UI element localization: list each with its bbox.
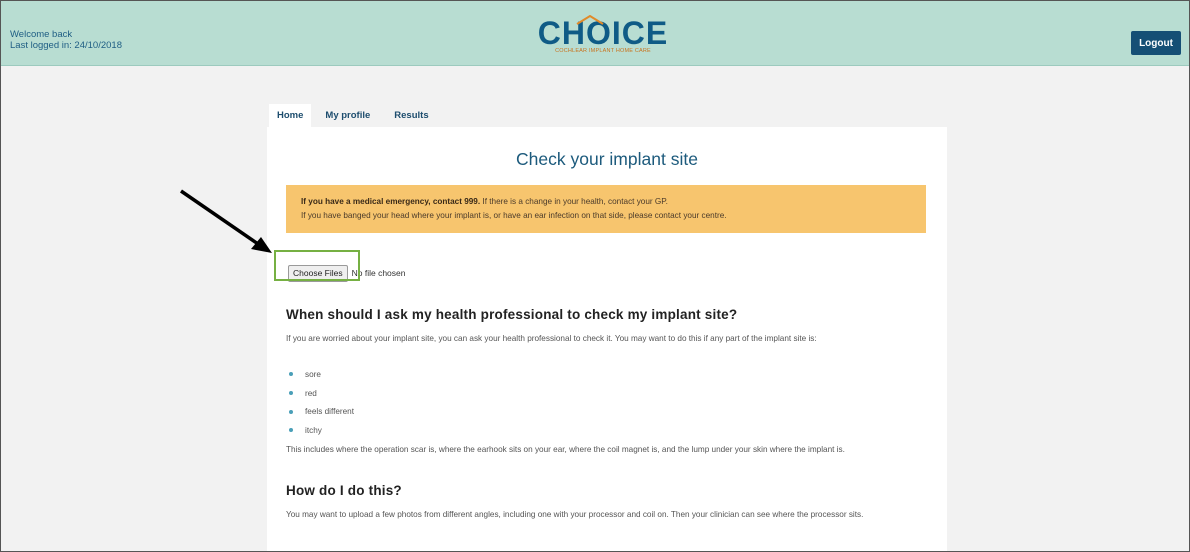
- list-item: red: [286, 384, 354, 403]
- content-card: Check your implant site If you have a me…: [267, 127, 947, 551]
- page-title: Check your implant site: [516, 149, 698, 169]
- alert-line-1-rest: If there is a change in your health, con…: [480, 197, 668, 206]
- bullet-icon: [289, 372, 293, 377]
- app-window: Welcome back Last logged in: 24/10/2018 …: [0, 0, 1190, 552]
- symptom-list: sore red feels different itchy: [286, 365, 354, 440]
- section-heading-when: When should I ask my health professional…: [286, 307, 738, 322]
- list-item: feels different: [286, 402, 354, 421]
- alert-line-1: If you have a medical emergency, contact…: [301, 197, 668, 206]
- list-item-text: red: [305, 388, 317, 398]
- bullet-icon: [289, 391, 293, 396]
- emergency-alert: If you have a medical emergency, contact…: [286, 185, 926, 233]
- welcome-text: Welcome back Last logged in: 24/10/2018: [10, 29, 122, 51]
- list-item: sore: [286, 365, 354, 384]
- nav-tabs: Home My profile Results: [269, 104, 439, 127]
- list-item-text: feels different: [305, 407, 355, 417]
- upload-highlight-box: [274, 250, 360, 281]
- tab-my-profile[interactable]: My profile: [311, 104, 378, 127]
- house-roof-icon: [576, 15, 604, 25]
- bullet-icon: [289, 409, 293, 414]
- alert-line-2: If you have banged your head where your …: [301, 211, 727, 220]
- alert-emphasis: If you have a medical emergency, contact…: [301, 197, 481, 206]
- section-how-text: You may want to upload a few photos from…: [286, 510, 864, 519]
- logout-button[interactable]: Logout: [1131, 31, 1181, 55]
- section-heading-how: How do I do this?: [286, 483, 402, 498]
- list-item-text: sore: [305, 369, 321, 379]
- welcome-line: Welcome back: [10, 29, 73, 40]
- top-header: Welcome back Last logged in: 24/10/2018 …: [1, 1, 1189, 66]
- bullet-icon: [289, 428, 293, 433]
- section-intro: If you are worried about your implant si…: [286, 334, 817, 343]
- section-outro: This includes where the operation scar i…: [286, 445, 845, 454]
- list-item-text: itchy: [305, 425, 322, 435]
- tab-home[interactable]: Home: [269, 104, 312, 127]
- last-logged-in: Last logged in: 24/10/2018: [10, 40, 122, 51]
- list-item: itchy: [286, 421, 354, 440]
- tab-results[interactable]: Results: [378, 104, 438, 127]
